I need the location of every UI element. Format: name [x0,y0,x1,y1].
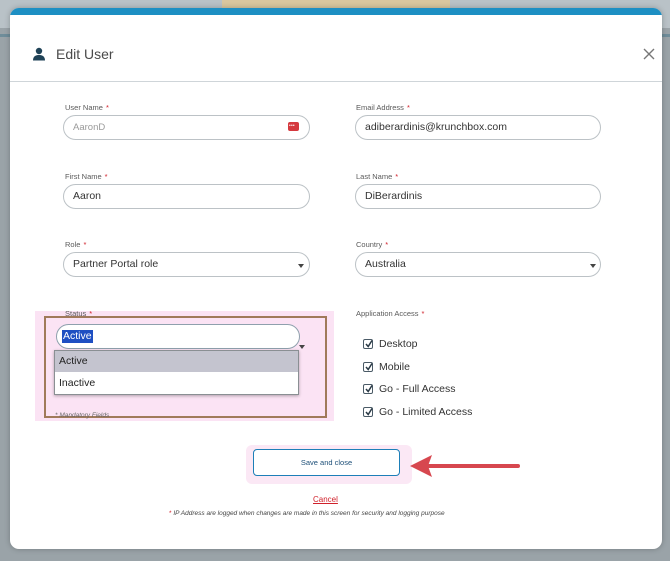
check-icon [365,408,373,416]
status-option-inactive[interactable]: Inactive [55,373,298,394]
email-input[interactable]: adiberardinis@krunchbox.com [355,115,601,140]
country-select[interactable]: Australia [355,252,601,277]
country-label: Country * [356,240,389,249]
chevron-down-icon [298,264,304,268]
chevron-down-icon [299,345,305,349]
last-name-input[interactable]: DiBerardinis [355,184,601,209]
access-go-full-label: Go - Full Access [379,383,456,395]
status-dropdown-list: Active Inactive [54,350,299,395]
cancel-link[interactable]: Cancel [313,495,338,504]
save-and-close-button[interactable]: Save and close [253,449,400,476]
last-name-label: Last Name * [356,172,399,181]
modal-title: Edit User [56,46,114,62]
status-option-active[interactable]: Active [55,351,298,372]
check-icon [365,340,373,348]
mandatory-fields-note: * Mandatory Fields [55,412,110,419]
role-value: Partner Portal role [73,258,159,270]
checkbox-go-limited[interactable] [363,407,373,417]
country-value: Australia [365,258,406,270]
user-name-input[interactable]: AaronD [63,115,310,140]
status-value: Active [62,330,93,343]
access-desktop-label: Desktop [379,338,418,350]
user-icon [33,47,45,61]
last-name-value: DiBerardinis [365,190,423,202]
role-label: Role * [65,240,87,249]
check-icon [365,385,373,393]
access-go-limited-label: Go - Limited Access [379,406,473,418]
access-mobile-label: Mobile [379,361,410,373]
status-select[interactable] [56,324,300,349]
checkbox-mobile[interactable] [363,362,373,372]
application-access-label: Application Access * [356,309,425,318]
password-manager-icon[interactable]: ••• [288,122,299,131]
check-icon [365,363,373,371]
email-value: adiberardinis@krunchbox.com [365,121,507,133]
background-divider-left [0,34,10,37]
close-icon[interactable] [642,47,656,61]
user-name-value: AaronD [73,122,106,133]
first-name-label: First Name * [65,172,108,181]
first-name-value: Aaron [73,190,102,202]
first-name-input[interactable]: Aaron [63,184,310,209]
chevron-down-icon [590,264,596,268]
checkbox-desktop[interactable] [363,339,373,349]
modal-header: Edit User [10,15,662,82]
email-label: Email Address * [356,103,410,112]
checkbox-go-full[interactable] [363,384,373,394]
ip-address-note: * IP Address are logged when changes are… [169,510,445,517]
role-select[interactable]: Partner Portal role [63,252,310,277]
annotation-arrow-icon [410,455,520,477]
modal-accent-bar [10,8,662,15]
user-name-label: User Name * [65,103,109,112]
